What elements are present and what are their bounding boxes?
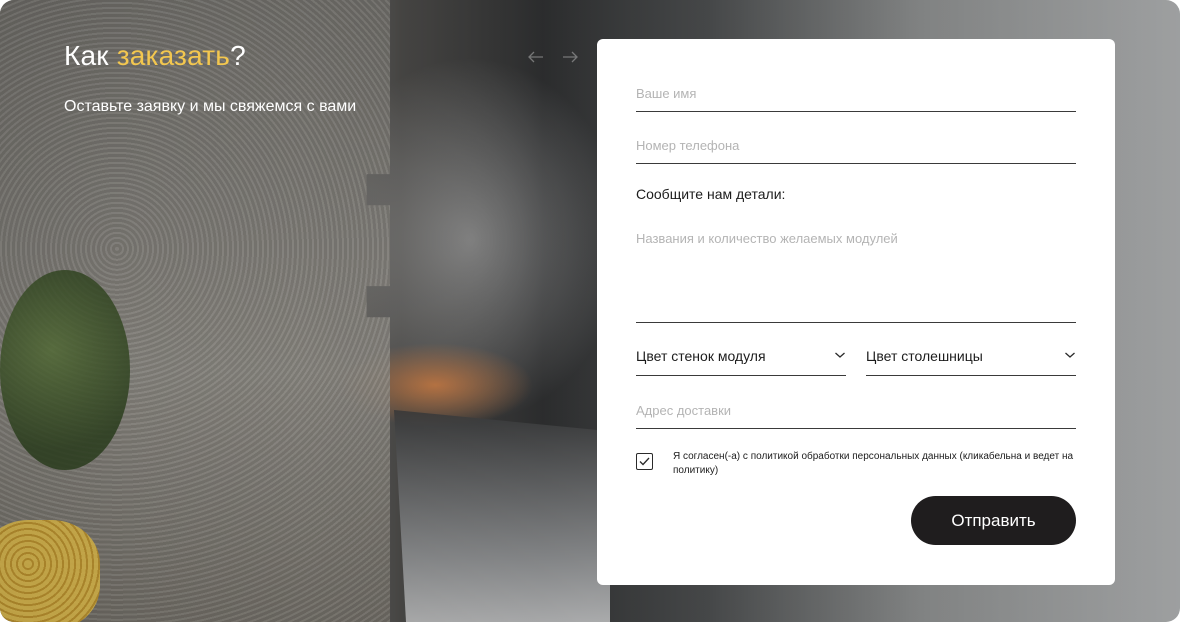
checkmark-icon [639,457,650,466]
consent-checkbox[interactable] [636,453,653,470]
name-input[interactable] [636,86,1076,111]
section-title: Как заказать? [64,40,246,72]
title-prefix: Как [64,40,117,71]
order-form: Сообщите нам детали: Цвет стенок модуля … [597,39,1115,585]
chevron-down-icon [835,352,845,358]
phone-input[interactable] [636,138,1076,163]
details-label: Сообщите нам детали: [636,186,786,202]
name-field-wrapper [636,85,1076,112]
details-textarea[interactable] [636,231,1076,327]
phone-field-wrapper [636,137,1076,164]
consent-policy-link[interactable]: Я согласен(-а) с политикой обработки пер… [673,450,1076,478]
arrow-left-icon[interactable] [527,48,545,66]
address-input[interactable] [636,403,1076,428]
arrow-right-icon[interactable] [561,48,579,66]
order-section: Как заказать? Оставьте заявку и мы свяже… [0,0,1180,622]
consent-row: Я согласен(-а) с политикой обработки пер… [636,450,1076,478]
walls-color-select[interactable]: Цвет стенок модуля [636,348,846,376]
details-field-wrapper [636,231,1076,327]
address-field-wrapper [636,402,1076,429]
chevron-down-icon [1065,352,1075,358]
countertop-color-select[interactable]: Цвет столешницы [866,348,1076,376]
slider-arrows [527,48,579,66]
countertop-color-label: Цвет столешницы [866,348,983,364]
walls-color-label: Цвет стенок модуля [636,348,766,364]
section-subtitle: Оставьте заявку и мы свяжемся с вами [64,98,357,115]
title-suffix: ? [230,40,246,71]
submit-button[interactable]: Отправить [911,496,1076,545]
title-accent: заказать [116,40,231,71]
